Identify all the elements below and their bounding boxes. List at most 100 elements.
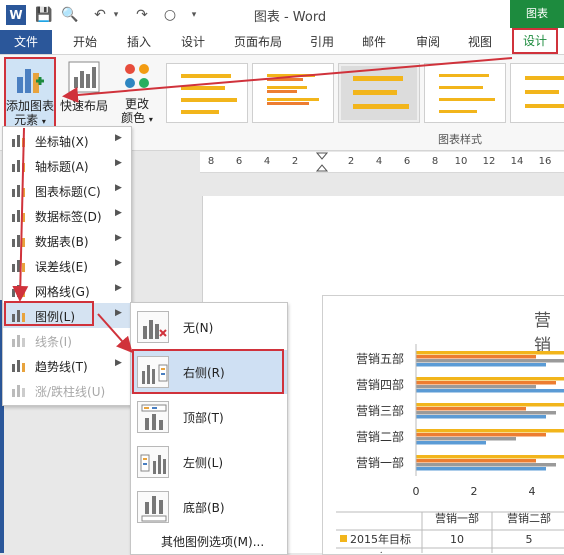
ribbon-tabs: 文件 开始 插入 设计 页面布局 引用 邮件 审阅 视图 设计 bbox=[0, 28, 564, 55]
bar[interactable] bbox=[416, 377, 564, 381]
bar[interactable] bbox=[416, 433, 546, 437]
table-cell: 10 bbox=[450, 533, 464, 546]
ruler-number: 4 bbox=[375, 156, 383, 167]
submenu-arrow-icon: ▶ bbox=[115, 183, 122, 193]
menu-item-axis-title[interactable]: 轴标题(A) ▶ bbox=[3, 153, 131, 178]
undo-dropdown-icon[interactable]: ▾ bbox=[106, 5, 126, 25]
bar[interactable] bbox=[416, 385, 536, 389]
menu-item-axis[interactable]: 坐标轴(X) ▶ bbox=[3, 128, 131, 153]
bar[interactable] bbox=[416, 403, 564, 407]
chart-title-icon bbox=[12, 185, 25, 197]
tab-mailings[interactable]: 邮件 bbox=[352, 30, 396, 54]
menu-item-gridlines[interactable]: 网格线(G) ▶ bbox=[3, 278, 131, 303]
chart-style-thumb-1[interactable] bbox=[166, 63, 248, 123]
right-option-highlight-box bbox=[132, 349, 284, 394]
bar[interactable] bbox=[416, 381, 556, 385]
menu-item-data-table[interactable]: 数据表(B) ▶ bbox=[3, 228, 131, 253]
submenu-arrow-icon: ▶ bbox=[115, 133, 122, 143]
menu-item-data-labels[interactable]: 数据标签(D) ▶ bbox=[3, 203, 131, 228]
chart-style-thumb-4[interactable] bbox=[424, 63, 506, 123]
trendline-icon bbox=[12, 360, 25, 372]
menu-item-label: 误差线(E) bbox=[35, 260, 88, 274]
gridlines-icon bbox=[12, 285, 25, 297]
tab-home[interactable]: 开始 bbox=[62, 30, 108, 54]
menu-item-label: 数据表(B) bbox=[35, 235, 89, 249]
tab-page-layout[interactable]: 页面布局 bbox=[226, 30, 290, 54]
legend-option-none[interactable]: 无(N) bbox=[131, 305, 287, 349]
table-row-name: 2015年目标 bbox=[350, 532, 411, 546]
legend-option-top[interactable]: 顶部(T) bbox=[131, 395, 287, 439]
submenu-arrow-icon: ▶ bbox=[115, 233, 122, 243]
menu-item-chart-title[interactable]: 图表标题(C) ▶ bbox=[3, 178, 131, 203]
circle-icon[interactable]: ○ bbox=[160, 5, 180, 25]
quick-layout-icon bbox=[68, 61, 100, 93]
ruler-number: 14 bbox=[510, 156, 524, 167]
menu-item-label: 趋势线(T) bbox=[35, 360, 88, 374]
chart-style-thumb-5[interactable] bbox=[510, 63, 564, 123]
x-tick-label: 4 bbox=[529, 485, 536, 498]
menu-item-error-bars[interactable]: 误差线(E) ▶ bbox=[3, 253, 131, 278]
bar[interactable] bbox=[416, 407, 526, 411]
bar[interactable] bbox=[416, 415, 546, 419]
chart-styles-group-label: 图表样式 bbox=[438, 133, 482, 146]
menu-item-label: 网格线(G) bbox=[35, 285, 90, 299]
bar[interactable] bbox=[416, 363, 546, 367]
tab-insert[interactable]: 插入 bbox=[116, 30, 162, 54]
tab-references[interactable]: 引用 bbox=[300, 30, 344, 54]
add-chart-element-button[interactable]: 添加图表 元素 ▾ bbox=[4, 57, 56, 129]
tab-file[interactable]: 文件 bbox=[0, 30, 52, 54]
add-chart-element-icon bbox=[17, 69, 44, 93]
bar[interactable] bbox=[416, 455, 564, 459]
change-colors-button[interactable]: 更改 颜色 ▾ bbox=[114, 59, 160, 125]
tab-chart-design[interactable]: 设计 bbox=[512, 28, 558, 54]
menu-item-trendline[interactable]: 趋势线(T) ▶ bbox=[3, 353, 131, 378]
chart-plot[interactable]: 营销五部营销四部营销三部营销二部营销一部0 2 4营销一部 营销二部2015年目标 10… bbox=[322, 340, 564, 553]
bar[interactable] bbox=[416, 459, 536, 463]
legend-option-left[interactable]: 左侧(L) bbox=[131, 440, 287, 484]
bar[interactable] bbox=[416, 467, 546, 471]
chart-style-thumb-3[interactable] bbox=[338, 63, 420, 123]
legend-key bbox=[340, 535, 347, 542]
bar[interactable] bbox=[416, 429, 564, 433]
ruler-number: 4 bbox=[263, 156, 271, 167]
submenu-arrow-icon: ▶ bbox=[115, 283, 122, 293]
menu-item-label: 涨/跌柱线(U) bbox=[35, 385, 106, 399]
add-chart-element-menu: 坐标轴(X) ▶ 轴标题(A) ▶ 图表标题(C) ▶ 数据标签(D) ▶ 数据表(B) ▶ 误差线… bbox=[2, 126, 132, 406]
bar[interactable] bbox=[416, 355, 536, 359]
bar[interactable] bbox=[416, 463, 556, 467]
bar[interactable] bbox=[416, 359, 564, 363]
tab-view[interactable]: 视图 bbox=[458, 30, 502, 54]
bar[interactable] bbox=[416, 411, 556, 415]
menu-item-label: 线条(I) bbox=[35, 335, 72, 349]
horizontal-ruler[interactable]: 8 6 4 2 2 4 6 8 10 12 14 16 bbox=[200, 152, 564, 173]
x-tick-label: 0 bbox=[413, 485, 420, 498]
bar[interactable] bbox=[416, 389, 564, 393]
menu-item-label: 图表标题(C) bbox=[35, 185, 101, 199]
menu-item-label: 轴标题(A) bbox=[35, 160, 89, 174]
legend-none-icon bbox=[137, 311, 169, 343]
tab-review[interactable]: 审阅 bbox=[406, 30, 450, 54]
error-bars-icon bbox=[12, 260, 25, 272]
submenu-arrow-icon: ▶ bbox=[115, 208, 122, 218]
chart-tools-context-tab: 图表 bbox=[510, 0, 564, 28]
bar[interactable] bbox=[416, 441, 486, 445]
more-legend-options[interactable]: 其他图例选项(M)... bbox=[161, 533, 264, 550]
ruler-number: 8 bbox=[207, 156, 215, 167]
bar[interactable] bbox=[416, 437, 516, 441]
ruler-number: 12 bbox=[482, 156, 496, 167]
print-preview-icon[interactable]: 🔍 bbox=[60, 5, 80, 25]
redo-icon[interactable]: ↷ bbox=[132, 5, 152, 25]
tab-design-doc[interactable]: 设计 bbox=[170, 30, 216, 54]
legend-top-icon bbox=[137, 401, 169, 433]
legend-option-bottom[interactable]: 底部(B) bbox=[131, 485, 287, 529]
chart-style-thumb-2[interactable] bbox=[252, 63, 334, 123]
indent-marker-icon[interactable] bbox=[316, 152, 328, 172]
save-icon[interactable]: 💾 bbox=[34, 5, 54, 25]
legend-bottom-label: 底部(B) bbox=[183, 501, 225, 515]
menu-item-label: 坐标轴(X) bbox=[35, 135, 89, 149]
quick-layout-label: 快速布局 bbox=[59, 99, 108, 113]
legend-submenu: 无(N) 右侧(R) 顶部(T) 左侧(L) 底部(B) 其他图例选项(M)..… bbox=[130, 302, 288, 555]
category-label: 营销二部 bbox=[356, 429, 404, 444]
quick-layout-button[interactable]: 快速布局 bbox=[60, 59, 108, 125]
bar[interactable] bbox=[416, 351, 564, 355]
